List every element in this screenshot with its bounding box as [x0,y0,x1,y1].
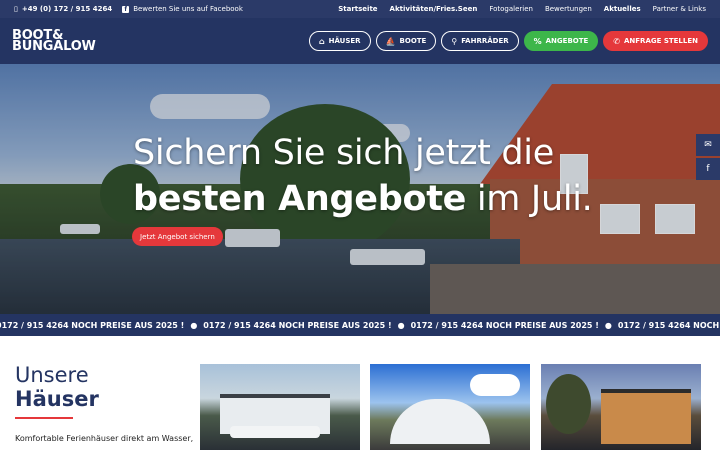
nav-fahrraeder-button[interactable]: ⚲ FAHRRÄDER [441,31,519,51]
phone-number: +49 (0) 172 / 915 4264 [21,5,113,13]
phone-link[interactable]: ▯ +49 (0) 172 / 915 4264 [14,5,112,13]
nav-boote-label: BOOTE [399,37,427,45]
facebook-icon: f [122,5,130,13]
ticker-bullet: ● [397,320,405,330]
facebook-link[interactable]: f Bewerten Sie uns auf Facebook [122,5,243,13]
top-nav-bewertungen[interactable]: Bewertungen [545,5,592,13]
side-email-button[interactable]: ✉ [696,134,720,156]
site-logo[interactable]: BOOT& BUNGALOW [12,29,96,54]
price-ticker: 0172 / 915 4264 NOCH PREISE AUS 2025 ! ● … [0,314,720,336]
nav-angebote-label: ANGEBOTE [545,37,589,45]
section-title-bold: Häuser [15,387,99,411]
hero-bold-text: besten Angebote [133,179,467,219]
logo-line-2: BUNGALOW [12,39,96,54]
section-title: Unsere Häuser [15,363,99,411]
nav-haeuser-label: HÄUSER [328,37,361,45]
top-nav-startseite[interactable]: Startseite [338,5,377,13]
mobile-phone-icon: ▯ [14,5,18,13]
top-nav-aktuelles[interactable]: Aktuelles [604,5,641,13]
nav-haeuser-button[interactable]: ⌂ HÄUSER [308,31,371,51]
house-card-3[interactable] [541,364,701,450]
facebook-label: Bewerten Sie uns auf Facebook [133,5,243,13]
section-title-light: Unsere [15,363,89,387]
side-facebook-button[interactable]: f [696,158,720,180]
hero-banner: Sichern Sie sich jetzt die besten Angebo… [0,64,720,314]
ticker-item: 0172 / 915 4264 NOCH PREISE AUS 2025 ! [203,320,392,330]
phone-icon: ✆ [613,36,620,46]
card-house-shape [601,389,691,444]
boat-icon: ⛵ [385,36,396,46]
top-nav-partner[interactable]: Partner & Links [653,5,706,13]
card-house-shape [390,399,490,444]
hero-cta-button[interactable]: Jetzt Angebot sichern [132,227,223,246]
top-nav-aktivitaeten[interactable]: Aktivitäten/Fries.Seen [390,5,478,13]
nav-boote-button[interactable]: ⛵ BOOTE [375,31,437,51]
envelope-icon: ✉ [704,140,712,150]
ticker-item: 0172 / 915 4264 NOCH PREISE AUS 2025 ! [617,320,720,330]
nav-anfrage-label: ANFRAGE STELLEN [624,37,698,45]
card-cloud-shape [470,374,520,396]
top-nav-fotogalerien[interactable]: Fotogalerien [489,5,533,13]
ticker-bullet: ● [604,320,612,330]
percent-icon: % [533,36,542,46]
facebook-icon: f [706,164,710,174]
main-nav: ⌂ HÄUSER ⛵ BOOTE ⚲ FAHRRÄDER % ANGEBOTE … [308,31,708,51]
top-bar: ▯ +49 (0) 172 / 915 4264 f Bewerten Sie … [0,0,720,18]
section-description: Komfortable Ferienhäuser direkt am Wasse… [15,434,194,443]
main-header: BOOT& BUNGALOW ⌂ HÄUSER ⛵ BOOTE ⚲ FAHRRÄ… [0,18,720,64]
hero-line-1: Sichern Sie sich jetzt die [133,133,554,173]
house-card-2[interactable] [370,364,530,450]
houses-section: Unsere Häuser Komfortable Ferienhäuser d… [0,336,720,450]
hero-headline: Sichern Sie sich jetzt die besten Angebo… [133,130,593,222]
nav-angebote-button[interactable]: % ANGEBOTE [523,31,599,51]
home-icon: ⌂ [318,36,325,46]
card-boat-shape [230,426,320,438]
nav-fahrraeder-label: FAHRRÄDER [461,37,509,45]
house-card-1[interactable] [200,364,360,450]
ticker-bullet: ● [190,320,198,330]
ticker-item: 0172 / 915 4264 NOCH PREISE AUS 2025 ! [410,320,599,330]
nav-anfrage-button[interactable]: ✆ ANFRAGE STELLEN [603,31,708,51]
card-tree-shape [546,374,591,434]
ticker-item: 0172 / 915 4264 NOCH PREISE AUS 2025 ! [0,320,185,330]
bicycle-icon: ⚲ [451,36,458,46]
title-underline [15,417,73,419]
top-nav: Startseite Aktivitäten/Fries.Seen Fotoga… [338,5,706,13]
hero-line-2-rest: im Juli. [466,179,593,219]
